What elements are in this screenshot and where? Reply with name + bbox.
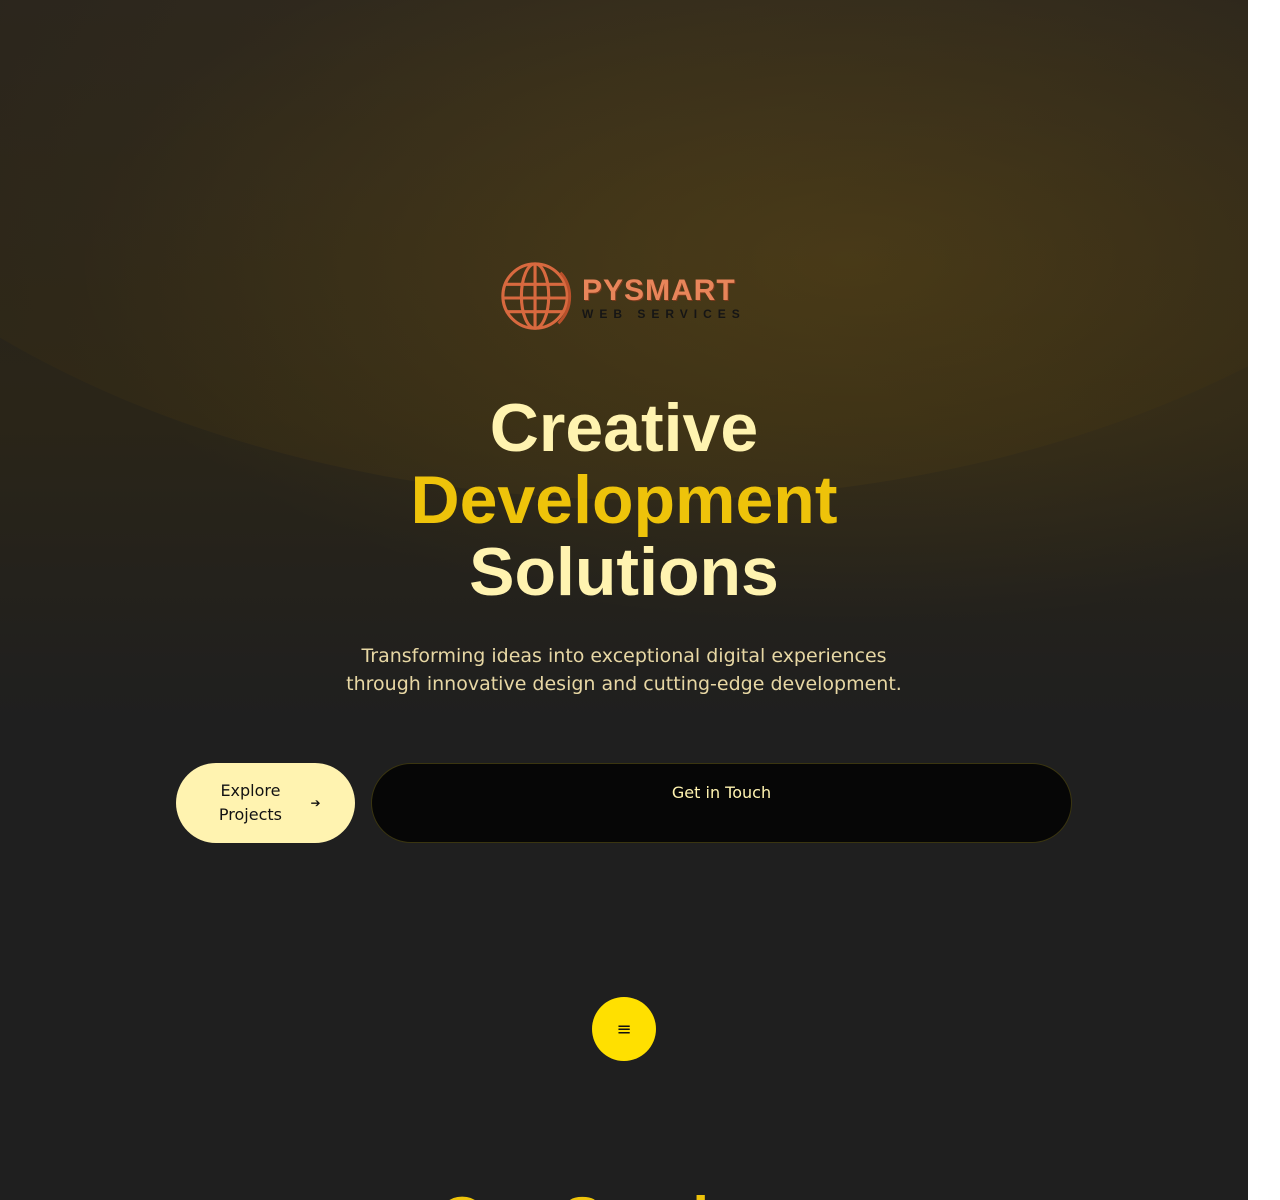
services-heading: Our Services bbox=[0, 1184, 1248, 1200]
page: PYSMART WEB SERVICES Creative Developmen… bbox=[0, 0, 1248, 1200]
brand-tagline: WEB SERVICES bbox=[582, 307, 746, 321]
hero-subtitle: Transforming ideas into exceptional digi… bbox=[346, 645, 902, 695]
explore-projects-button[interactable]: Explore Projects ➔ bbox=[176, 763, 355, 843]
explore-projects-label: Explore Projects bbox=[218, 781, 282, 824]
arrow-right-icon: ➔ bbox=[310, 796, 321, 810]
page-scrollbar[interactable] bbox=[1248, 0, 1280, 1200]
hero-headline: Creative Development Solutions bbox=[0, 392, 1248, 608]
headline-line-2: Development bbox=[410, 462, 838, 538]
menu-toggle-button[interactable]: ≡ bbox=[592, 997, 656, 1061]
brand-name: PYSMART bbox=[582, 274, 736, 307]
brand-logo[interactable]: PYSMART WEB SERVICES bbox=[498, 258, 750, 338]
get-in-touch-label: Get in Touch bbox=[671, 783, 772, 802]
headline-line-1: Creative bbox=[489, 390, 759, 466]
hamburger-menu-icon: ≡ bbox=[616, 1018, 632, 1040]
globe-icon bbox=[501, 262, 572, 330]
headline-line-3: Solutions bbox=[469, 534, 779, 610]
get-in-touch-button[interactable]: Get in Touch bbox=[371, 763, 1072, 843]
